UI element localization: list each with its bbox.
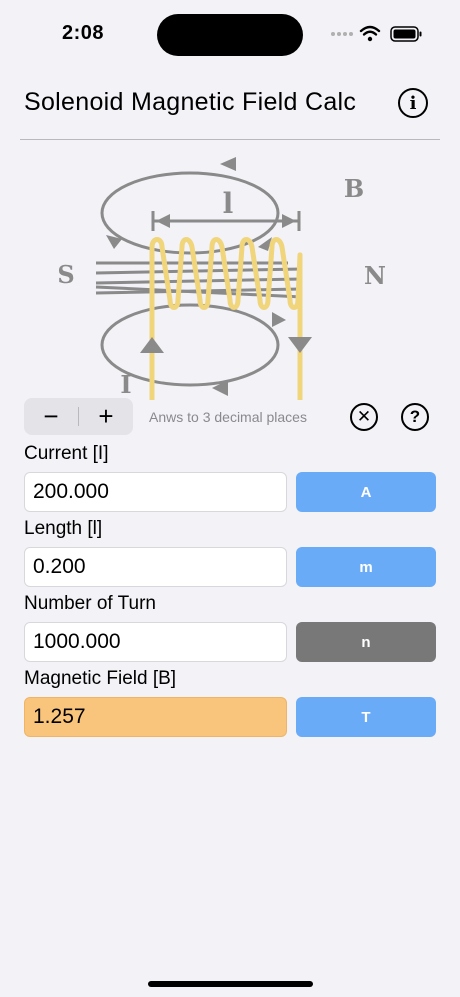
- turns-input[interactable]: 1000.000: [24, 622, 287, 662]
- battery-icon: [390, 26, 422, 42]
- length-label: l: [223, 187, 234, 220]
- solenoid-diagram: l B S N I: [57, 157, 386, 400]
- field-label: B: [344, 174, 364, 203]
- navigation-bar: Solenoid Magnetic Field Calc i: [20, 84, 440, 140]
- current-label: Current [I]: [24, 443, 109, 464]
- wifi-dot-icon: [367, 36, 373, 42]
- magnetic-field-label: Magnetic Field [B]: [24, 668, 177, 689]
- status-icons: [331, 25, 422, 42]
- current-input[interactable]: 200.000: [24, 472, 287, 512]
- length-unit-button[interactable]: m: [296, 547, 436, 587]
- wifi-icon: [359, 25, 381, 36]
- current-arrows-icon: [140, 337, 312, 353]
- close-icon: ✕: [356, 407, 372, 426]
- info-button[interactable]: i: [398, 88, 428, 118]
- decimal-places-note: Anws to 3 decimal places: [149, 409, 307, 425]
- help-button[interactable]: ?: [401, 403, 429, 431]
- info-icon: i: [409, 92, 417, 114]
- page-title: Solenoid Magnetic Field Calc: [24, 88, 357, 116]
- increase-decimals-button[interactable]: +: [79, 398, 133, 435]
- status-bar: 2:08: [0, 0, 460, 70]
- magnetic-field-output[interactable]: 1.257: [24, 697, 287, 737]
- current-unit-button[interactable]: A: [296, 472, 436, 512]
- decrease-decimals-button[interactable]: −: [24, 398, 78, 435]
- decimal-stepper: − +: [24, 398, 133, 435]
- turns-unit-button[interactable]: n: [296, 622, 436, 662]
- current-label: I: [120, 370, 131, 399]
- turns-label: Number of Turn: [24, 593, 156, 614]
- length-input[interactable]: 0.200: [24, 547, 287, 587]
- length-label-text: Length [l]: [24, 518, 103, 539]
- status-time: 2:08: [62, 22, 105, 44]
- home-indicator: [148, 981, 313, 987]
- clear-button[interactable]: ✕: [350, 403, 378, 431]
- north-pole-label: N: [364, 261, 386, 290]
- dynamic-island: [157, 14, 303, 56]
- cellular-signal-icon: [331, 32, 353, 36]
- south-pole-label: S: [57, 260, 74, 289]
- question-icon: ?: [409, 407, 421, 426]
- magnetic-field-unit-button[interactable]: T: [296, 697, 436, 737]
